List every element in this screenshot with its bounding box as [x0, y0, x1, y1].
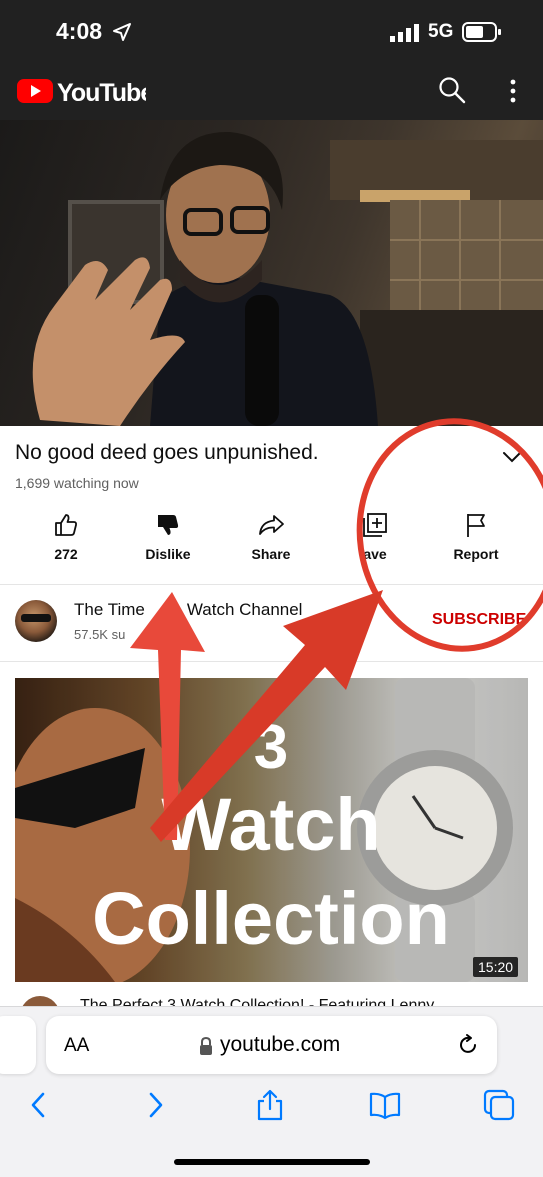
- more-vert-icon[interactable]: [504, 76, 522, 106]
- channel-name-start: The Time: [74, 600, 145, 619]
- video-title: No good deed goes unpunished.: [15, 441, 319, 464]
- signal-icon: [390, 24, 419, 42]
- thumbnail-text-line2: Watch: [161, 783, 380, 866]
- share-icon: [259, 515, 284, 535]
- thumbnail-text-line3: Collection: [92, 877, 450, 960]
- lock-icon: [200, 1036, 212, 1055]
- save-playlist-icon: [363, 513, 387, 537]
- duration-badge: 15:20: [473, 957, 519, 977]
- status-time: 4:08: [56, 18, 103, 44]
- video-player[interactable]: [0, 120, 543, 426]
- home-indicator: [174, 1159, 370, 1165]
- flag-icon: [467, 514, 485, 537]
- search-icon[interactable]: [438, 76, 466, 104]
- live-viewer-count: 1,699 watching now: [15, 475, 139, 491]
- thumbs-up-icon: [55, 514, 77, 536]
- youtube-wordmark: YouTube: [57, 79, 146, 107]
- divider: [0, 661, 543, 662]
- forward-icon[interactable]: [138, 1088, 172, 1122]
- thumbs-down-icon: [158, 515, 179, 535]
- bookmarks-icon[interactable]: [368, 1088, 402, 1122]
- subscriber-count: 57.5K su: [74, 627, 126, 642]
- report-button[interactable]: Report: [431, 512, 521, 572]
- chevron-down-icon[interactable]: [500, 446, 524, 468]
- reader-options-button[interactable]: AA: [64, 1035, 89, 1057]
- report-label: Report: [453, 546, 499, 562]
- reload-icon[interactable]: [456, 1033, 480, 1057]
- thumbnail-text-line1: 3: [254, 713, 288, 782]
- youtube-logo[interactable]: YouTube: [16, 74, 155, 108]
- battery-icon: [462, 22, 501, 42]
- save-label: ave: [363, 546, 387, 562]
- dislike-label: Dislike: [145, 546, 191, 562]
- like-button[interactable]: 272: [21, 512, 111, 572]
- channel-name-end: Watch Channel: [186, 600, 303, 619]
- share-label: Share: [251, 546, 291, 562]
- dislike-button[interactable]: Dislike: [123, 512, 213, 572]
- network-type: 5G: [428, 21, 454, 42]
- tabs-icon[interactable]: [482, 1088, 516, 1122]
- divider: [0, 584, 543, 585]
- channel-name[interactable]: The Time Watch Channel: [74, 600, 302, 620]
- youtube-play-icon: YouTube: [17, 79, 155, 107]
- recommended-video-thumbnail[interactable]: 3 Watch Collection: [15, 678, 528, 982]
- thumbnail-image: 3 Watch Collection: [15, 678, 528, 982]
- share-button[interactable]: Share: [226, 512, 316, 572]
- location-arrow-icon: [113, 23, 131, 41]
- avatar-image: [21, 614, 51, 622]
- channel-avatar[interactable]: [15, 600, 57, 642]
- like-count: 272: [54, 546, 78, 562]
- video-frame: [32, 131, 543, 426]
- subscribe-button[interactable]: SUBSCRIBE: [432, 611, 526, 629]
- url-text[interactable]: youtube.com: [220, 1033, 340, 1057]
- share-sheet-icon[interactable]: [253, 1088, 287, 1122]
- previous-tab-preview[interactable]: [0, 1016, 36, 1074]
- save-button[interactable]: ave: [330, 512, 420, 572]
- back-icon[interactable]: [22, 1088, 56, 1122]
